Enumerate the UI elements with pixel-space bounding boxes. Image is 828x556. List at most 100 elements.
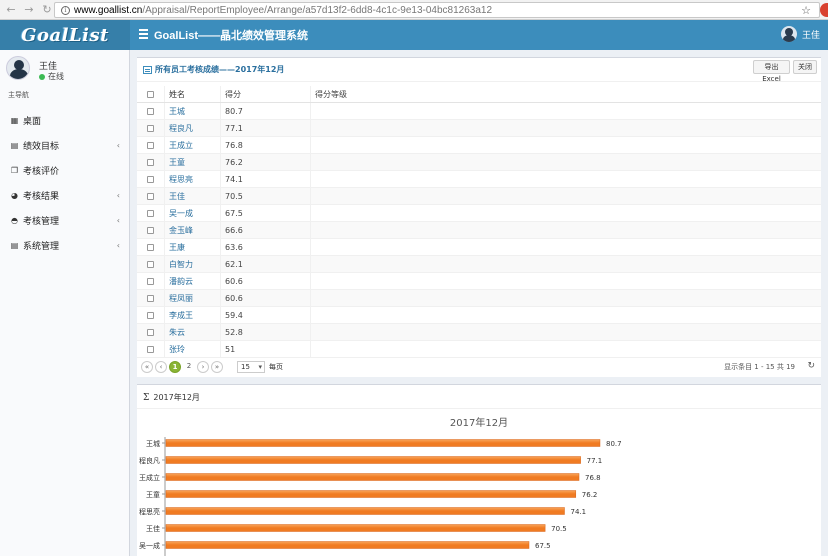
bar[interactable]: [165, 473, 580, 481]
sidebar: 王佳 在线 主导航 ▦ 桌面 ▤ 绩效目标 ‹ ❐ 考核评价 ◕ 考核结果 ‹ ◓ 考核管理 ‹ ▤ 系统管…: [0, 50, 130, 556]
checkbox-cell: [137, 86, 165, 102]
logo[interactable]: GoalList: [0, 20, 130, 50]
pagination: « ‹ 1 2 › » 15 每页 显示条目 1 - 15 共 19 ↻: [137, 358, 821, 376]
reload-icon[interactable]: ↻: [40, 3, 54, 17]
row-checkbox[interactable]: [147, 226, 154, 234]
sidebar-item-label: 考核评价: [23, 167, 60, 177]
employee-name-link[interactable]: 王佳: [165, 188, 221, 204]
y-tick-label: 程良凡: [139, 456, 160, 465]
grade-cell: [311, 239, 821, 255]
sidebar-item-1[interactable]: ▤ 绩效目标 ‹: [0, 133, 130, 158]
user-menu[interactable]: 王佳: [780, 26, 820, 42]
score-cell: 74.1: [221, 171, 311, 187]
data-label: 77.1: [587, 457, 603, 465]
close-button[interactable]: 关闭: [793, 60, 817, 74]
row-checkbox[interactable]: [147, 141, 154, 149]
score-cell: 60.6: [221, 290, 311, 306]
row-checkbox[interactable]: [147, 209, 154, 217]
employee-name-link[interactable]: 程良凡: [165, 120, 221, 136]
logo-text: GoalList: [21, 24, 109, 46]
row-checkbox[interactable]: [147, 90, 154, 98]
checkbox-cell: [137, 290, 165, 306]
sidebar-item-0[interactable]: ▦ 桌面: [0, 108, 130, 133]
first-page-icon[interactable]: «: [141, 361, 153, 373]
chevron-left-icon: ‹: [116, 216, 120, 225]
row-checkbox[interactable]: [147, 345, 154, 353]
page-2-button[interactable]: 2: [183, 361, 195, 373]
employee-name-link[interactable]: 程凤丽: [165, 290, 221, 306]
employee-name-link[interactable]: 李成王: [165, 307, 221, 323]
checkbox-cell: [137, 256, 165, 272]
back-arrow-icon[interactable]: ←: [4, 3, 18, 17]
table-row: 金玉峰 66.6: [137, 222, 821, 239]
address-bar[interactable]: i www.goallist.cn /Appraisal/ReportEmplo…: [54, 2, 820, 18]
grade-cell: [311, 137, 821, 153]
report-box: 所有员工考核成绩——2017年12月 导出Excel 关闭 姓名 得分 得分等级 王城…: [137, 57, 821, 377]
sidebar-item-5[interactable]: ▤ 系统管理 ‹: [0, 233, 130, 258]
row-checkbox[interactable]: [147, 107, 154, 115]
url-host: www.goallist.cn: [74, 4, 143, 16]
score-cell: 77.1: [221, 120, 311, 136]
grade-cell: [311, 120, 821, 136]
menu-toggle-icon[interactable]: [139, 29, 148, 39]
employee-name-link[interactable]: 王童: [165, 154, 221, 170]
last-page-icon[interactable]: »: [211, 361, 223, 373]
employee-name-link[interactable]: 程思亮: [165, 171, 221, 187]
y-tick-label: 吴一成: [139, 541, 160, 550]
prev-page-icon[interactable]: ‹: [155, 361, 167, 373]
table-row: 李成王 59.4: [137, 307, 821, 324]
sidebar-item-2[interactable]: ❐ 考核评价: [0, 158, 130, 183]
employee-name-link[interactable]: 白智力: [165, 256, 221, 272]
page-size-select[interactable]: 15: [237, 361, 265, 373]
bar[interactable]: [165, 456, 581, 464]
user-name: 王佳: [801, 30, 820, 41]
bookmark-star-icon[interactable]: ☆: [801, 4, 811, 17]
table-row: 王佳 70.5: [137, 188, 821, 205]
page-1-button[interactable]: 1: [169, 361, 181, 373]
row-checkbox[interactable]: [147, 294, 154, 302]
bar[interactable]: [165, 541, 530, 549]
row-checkbox[interactable]: [147, 192, 154, 200]
refresh-icon[interactable]: ↻: [807, 361, 815, 371]
row-checkbox[interactable]: [147, 277, 154, 285]
checkbox-cell: [137, 188, 165, 204]
checkbox-cell: [137, 341, 165, 357]
row-checkbox[interactable]: [147, 311, 154, 319]
next-page-icon[interactable]: ›: [197, 361, 209, 373]
forward-arrow-icon[interactable]: →: [22, 3, 36, 17]
row-checkbox[interactable]: [147, 328, 154, 336]
employee-name-link[interactable]: 潘韵云: [165, 273, 221, 289]
extension-icon[interactable]: [820, 3, 828, 17]
row-checkbox[interactable]: [147, 124, 154, 132]
bar[interactable]: [165, 490, 577, 498]
info-icon[interactable]: i: [61, 5, 70, 15]
grade-cell: [311, 103, 821, 119]
bar[interactable]: [165, 507, 565, 515]
score-cell: 66.6: [221, 222, 311, 238]
grade-cell: [311, 188, 821, 204]
sidebar-item-4[interactable]: ◓ 考核管理 ‹: [0, 208, 130, 233]
employee-name-link[interactable]: 张玲: [165, 341, 221, 357]
sidebar-item-3[interactable]: ◕ 考核结果 ‹: [0, 183, 130, 208]
employee-name-link[interactable]: 金玉峰: [165, 222, 221, 238]
row-checkbox[interactable]: [147, 243, 154, 251]
employee-name-link[interactable]: 王城: [165, 103, 221, 119]
data-label: 74.1: [570, 508, 586, 516]
employee-name-link[interactable]: 朱云: [165, 324, 221, 340]
row-checkbox[interactable]: [147, 260, 154, 268]
row-checkbox[interactable]: [147, 175, 154, 183]
grade-cell: [311, 324, 821, 340]
employee-name-link[interactable]: 吴一成: [165, 205, 221, 221]
data-label: 80.7: [606, 440, 622, 448]
user-panel: 王佳 在线: [6, 56, 126, 88]
employee-name-link[interactable]: 王成立: [165, 137, 221, 153]
export-excel-button[interactable]: 导出Excel: [753, 60, 790, 83]
checkbox-cell: [137, 307, 165, 323]
grade-cell: [311, 256, 821, 272]
row-checkbox[interactable]: [147, 158, 154, 166]
table-header-row: 姓名 得分 得分等级: [137, 86, 821, 103]
score-cell: 59.4: [221, 307, 311, 323]
employee-name-link[interactable]: 王康: [165, 239, 221, 255]
bar[interactable]: [165, 524, 546, 532]
bar[interactable]: [165, 439, 601, 447]
